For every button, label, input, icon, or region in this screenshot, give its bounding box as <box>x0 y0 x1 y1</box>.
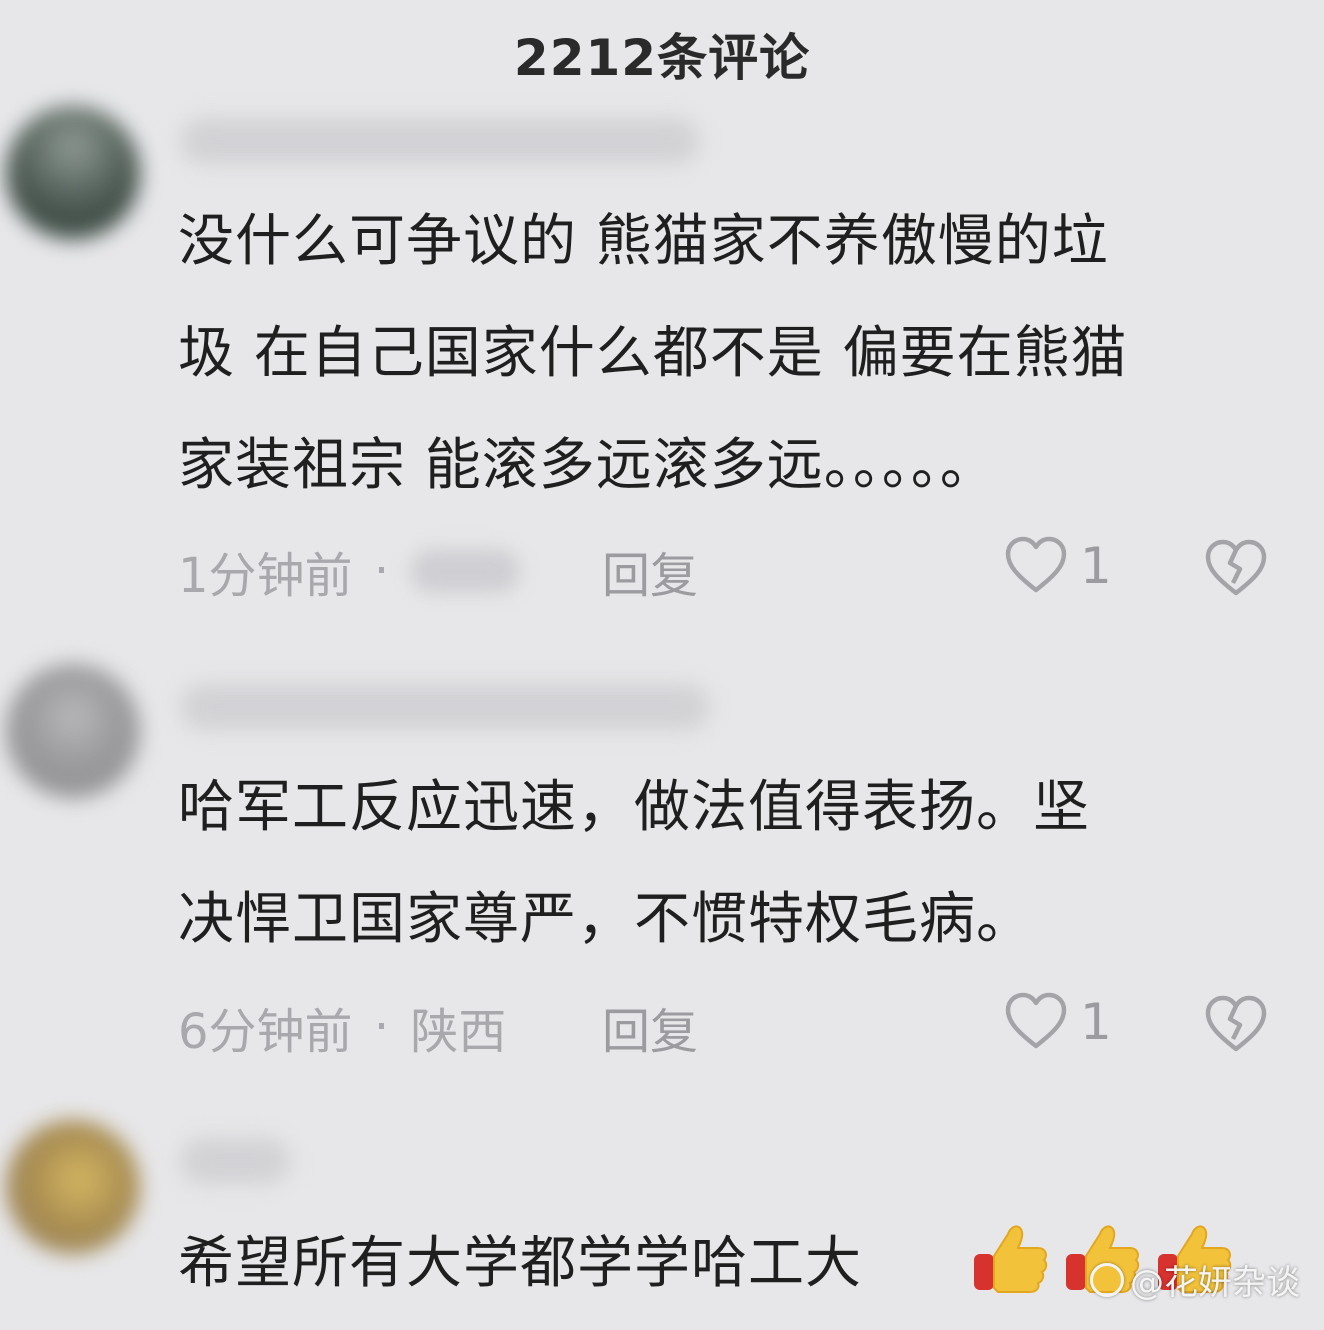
comment-text: 哈军工反应迅速，做法值得表扬。坚 决悍卫国家尊严，不惯特权毛病。 <box>178 752 1288 976</box>
weibo-logo-icon <box>1090 1262 1124 1297</box>
comment-time: 6分钟前 <box>178 1004 353 1060</box>
comment-time: 1分钟前 <box>178 548 353 604</box>
comment-meta: 1分钟前 · 回复 1 <box>178 536 1278 606</box>
heart-outline-icon <box>1004 992 1068 1052</box>
thumbs-up-icon <box>972 1220 1050 1294</box>
comment-text-line: 决悍卫国家尊严，不惯特权毛病。 <box>178 887 1033 952</box>
comment-location: 陕西 <box>410 1004 507 1060</box>
comments-count-title: 2212条评论 <box>513 29 811 82</box>
avatar[interactable] <box>6 106 140 240</box>
reply-button[interactable]: 回复 <box>602 536 698 606</box>
comment-text-line: 圾 在自己国家什么都不是 偏要在熊猫 <box>178 321 1128 386</box>
watermark-text: @花妍杂谈 <box>1130 1263 1300 1303</box>
meta-separator: · <box>373 999 390 1055</box>
watermark: @花妍杂谈 <box>1090 1255 1300 1304</box>
reply-button[interactable]: 回复 <box>602 992 698 1062</box>
heart-outline-icon <box>1004 536 1068 596</box>
like-button[interactable]: 1 <box>1004 992 1112 1052</box>
comment-text-line: 希望所有大学都学学哈工大 <box>178 1231 862 1296</box>
avatar[interactable] <box>6 664 140 798</box>
comment-text-line: 没什么可争议的 熊猫家不养傲慢的垃 <box>178 209 1109 274</box>
like-count: 1 <box>1080 993 1112 1051</box>
comment-text: 没什么可争议的 熊猫家不养傲慢的垃 圾 在自己国家什么都不是 偏要在熊猫 家装祖… <box>178 186 1288 522</box>
broken-heart-icon <box>1204 539 1268 599</box>
comment-text: 希望所有大学都学学哈工大 <box>178 1208 968 1320</box>
username-blurred[interactable] <box>180 118 700 164</box>
broken-heart-icon <box>1204 995 1268 1055</box>
username-blurred[interactable] <box>180 1138 290 1184</box>
comment-meta: 6分钟前 · 陕西 回复 1 <box>178 992 1278 1062</box>
like-button[interactable]: 1 <box>1004 536 1112 596</box>
comment-text-line: 家装祖宗 能滚多远滚多远。。。。。 <box>178 433 997 498</box>
comment-text-line: 哈军工反应迅速，做法值得表扬。坚 <box>178 775 1090 840</box>
location-blurred <box>410 549 521 593</box>
dislike-button[interactable] <box>1204 538 1268 599</box>
meta-separator: · <box>373 543 390 599</box>
like-count: 1 <box>1080 537 1112 595</box>
dislike-button[interactable] <box>1204 994 1268 1055</box>
avatar[interactable] <box>6 1120 140 1254</box>
username-blurred[interactable] <box>180 684 710 730</box>
